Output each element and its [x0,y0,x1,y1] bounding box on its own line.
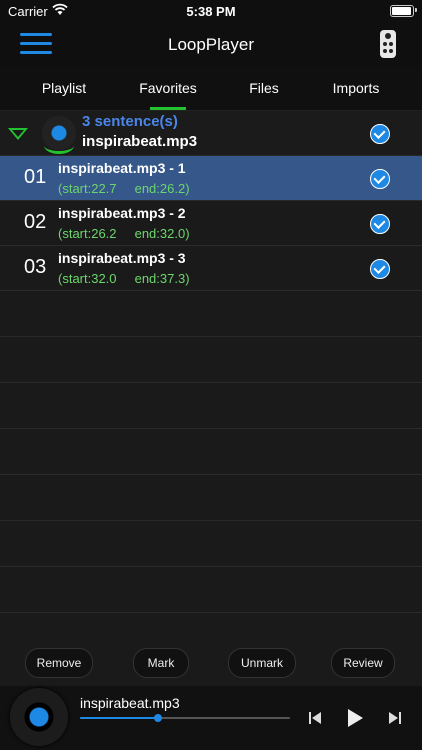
status-bar: Carrier 5:38 PM [0,0,422,22]
row-number: 03 [24,256,47,278]
row-number: 01 [24,166,47,188]
row-divider [0,382,422,383]
tab-bar: Playlist Favorites Files Imports [0,66,422,111]
group-header[interactable]: 3 sentence(s) inspirabeat.mp3 [0,111,422,155]
next-icon[interactable] [388,711,402,725]
row-divider [0,336,422,337]
check-icon[interactable] [370,214,390,234]
battery-icon [390,5,414,17]
row-title: inspirabeat.mp3 - 1 [58,160,186,176]
check-icon[interactable] [370,124,390,144]
group-file-name: inspirabeat.mp3 [82,133,198,150]
row-divider [0,474,422,475]
row-time-range: (start:26.2 end:32.0) [58,226,190,241]
row-number: 02 [24,211,47,233]
remove-button[interactable]: Remove [25,648,93,678]
list-item[interactable]: 03 inspirabeat.mp3 - 3 (start:32.0 end:3… [0,245,422,290]
action-bar: Remove Mark Unmark Review [0,648,422,678]
row-divider [0,566,422,567]
check-icon[interactable] [370,169,390,189]
progress-fill [80,717,158,719]
progress-slider[interactable] [80,714,290,722]
play-icon[interactable] [346,708,364,728]
nav-bar: LoopPlayer [0,22,422,66]
row-time-range: (start:32.0 end:37.3) [58,271,190,286]
row-title: inspirabeat.mp3 - 3 [58,250,186,266]
repeat-arrow-icon [44,137,74,154]
collapse-triangle-icon[interactable] [8,128,28,140]
row-title: inspirabeat.mp3 - 2 [58,205,186,221]
battery-tip [415,8,417,12]
row-divider [0,428,422,429]
mark-button[interactable]: Mark [133,648,189,678]
status-time: 5:38 PM [186,4,236,19]
album-disc-icon [10,688,68,746]
list-item[interactable]: 02 inspirabeat.mp3 - 2 (start:26.2 end:3… [0,200,422,245]
now-playing-title: inspirabeat.mp3 [80,695,180,711]
row-divider [0,520,422,521]
tab-favorites[interactable]: Favorites [128,66,208,110]
remote-icon[interactable] [380,30,396,58]
row-divider [0,290,422,291]
unmark-button[interactable]: Unmark [228,648,296,678]
app-title: LoopPlayer [167,35,254,54]
previous-icon[interactable] [308,711,322,725]
progress-knob[interactable] [153,714,162,722]
tab-playlist[interactable]: Playlist [0,66,128,110]
mini-player: inspirabeat.mp3 [0,686,422,750]
favorites-list: 3 sentence(s) inspirabeat.mp3 01 inspira… [0,111,422,290]
review-button[interactable]: Review [331,648,395,678]
row-time-range: (start:22.7 end:26.2) [58,181,190,196]
list-item[interactable]: 01 inspirabeat.mp3 - 1 (start:22.7 end:2… [0,155,422,200]
tab-imports[interactable]: Imports [300,66,412,110]
group-count: 3 sentence(s) [82,113,178,130]
row-divider [0,612,422,613]
check-icon[interactable] [370,259,390,279]
